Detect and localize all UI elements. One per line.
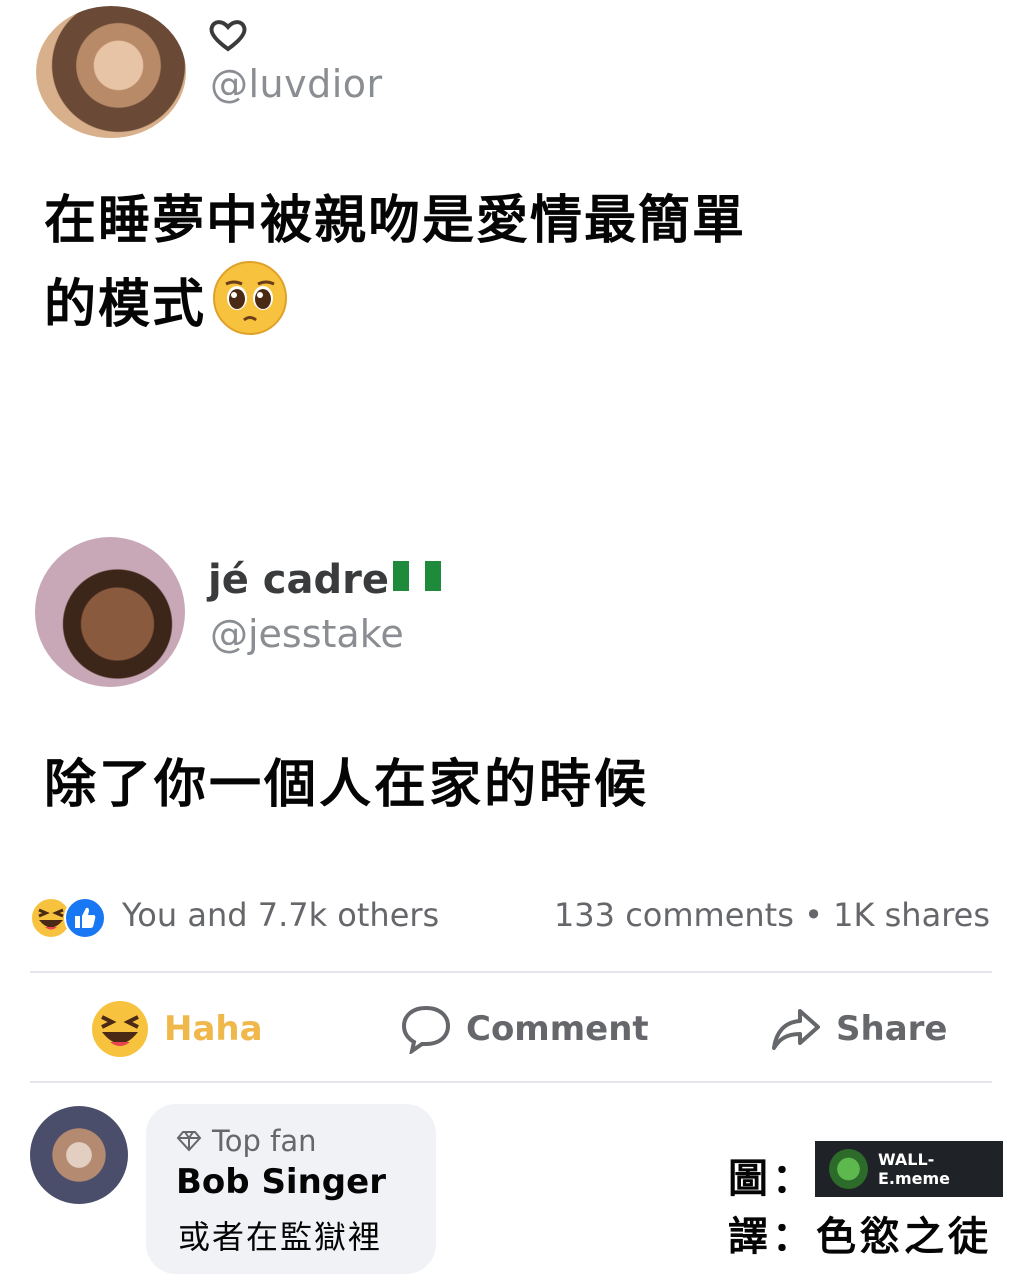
display-name-text[interactable]: jé cadre [208,557,389,603]
like-reaction-icon [64,897,106,939]
reaction-summary[interactable]: You and 7.7k others [122,896,439,934]
image-credit-label: 圖： [728,1156,816,1202]
haha-icon [92,1001,148,1057]
handle-jesstake[interactable]: @jesstake [210,612,404,656]
haha-button[interactable]: Haha [90,998,263,1060]
top-fan-label: Top fan [212,1124,317,1158]
comment-bubble-icon [401,1005,451,1054]
tweet1-text: 在睡夢中被親吻是愛情最簡單 的模式 [44,182,884,344]
nigeria-flag-icon [392,555,443,591]
share-button[interactable]: Share [770,998,947,1060]
watermark-text: WALL-E.meme [877,1150,951,1188]
diamond-icon [176,1131,202,1152]
tweet1-line2-text: 的模式 [44,275,207,335]
avatar-jesstake[interactable] [35,537,185,687]
handle-luvdior[interactable]: @luvdior [210,62,383,106]
haha-label[interactable]: Haha [164,1009,263,1049]
divider-bottom [30,1081,992,1083]
share-label[interactable]: Share [836,1009,947,1049]
comment-text: 或者在監獄裡 [178,1218,383,1256]
tweet1-line1: 在睡夢中被親吻是愛情最簡單 [44,191,747,251]
display-name-jecadre[interactable]: jé cadre [208,555,443,603]
tweet1-line2: 的模式 [44,260,884,344]
top-fan-badge: Top fan [176,1124,317,1158]
comment-author[interactable]: Bob Singer [176,1162,386,1202]
tweet2-text: 除了你一個人在家的時候 [44,755,650,815]
reaction-icons[interactable] [30,895,106,941]
share-arrow-icon [772,1009,820,1050]
avatar-luvdior[interactable] [36,6,186,138]
divider-top [30,971,992,973]
comment-button[interactable]: Comment [400,998,649,1060]
pleading-face-emoji [213,261,288,335]
watermark: WALL-E.meme [815,1141,1003,1197]
wall-e-logo-icon [829,1149,868,1189]
heart-icon[interactable] [208,18,248,52]
translator-credit: 譯：色慾之徒 [728,1214,992,1260]
comment-share-stats[interactable]: 133 comments • 1K shares [554,896,990,934]
comment-label[interactable]: Comment [466,1009,649,1049]
avatar-bob-singer[interactable] [30,1106,128,1204]
